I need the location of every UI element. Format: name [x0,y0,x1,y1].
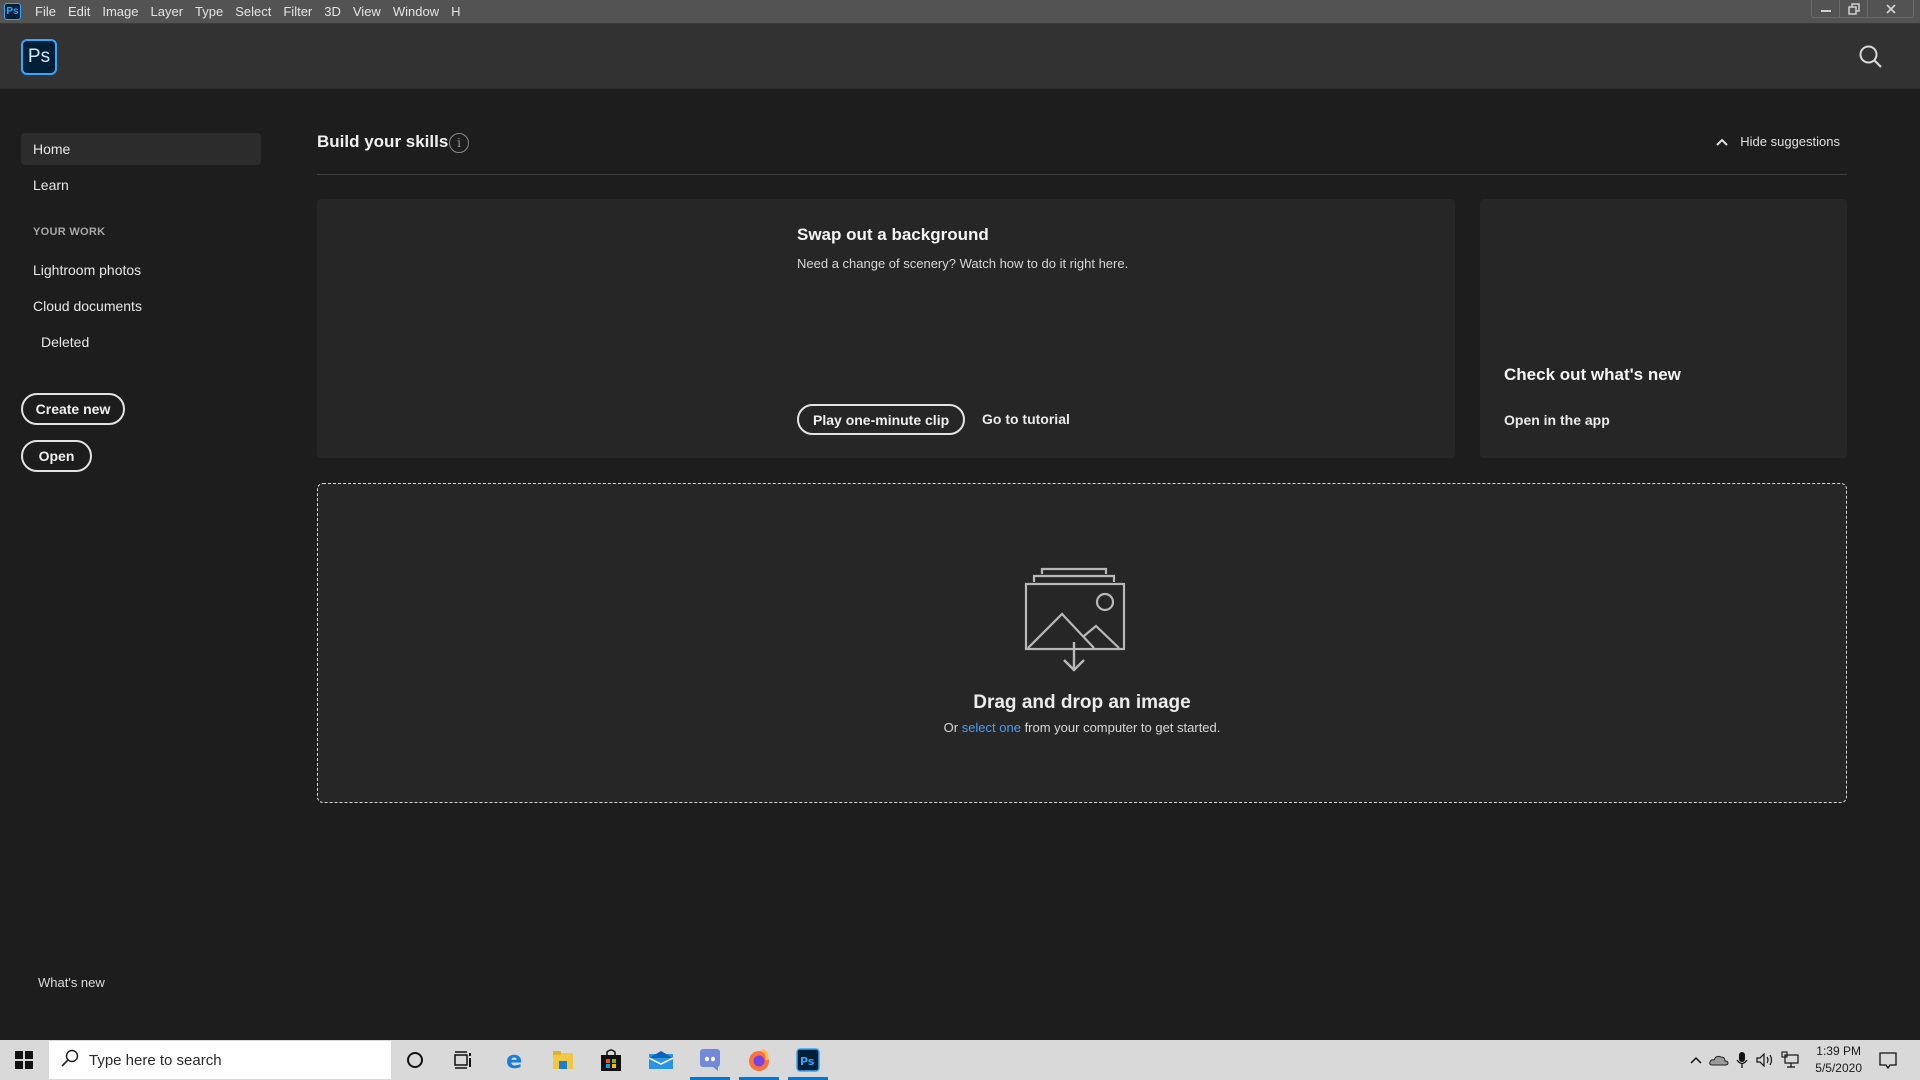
menu-bar: Ps File Edit Image Layer Type Select Fil… [0,0,1920,24]
drop-zone-subtitle: Or select one from your computer to get … [318,720,1846,735]
store-icon[interactable] [587,1040,635,1080]
menu-window[interactable]: Window [393,4,439,19]
drop-zone-sub-suffix: from your computer to get started. [1020,720,1221,735]
taskbar-search-box[interactable]: Type here to search [49,1041,391,1079]
sidebar-item-lightroom-photos[interactable]: Lightroom photos [21,254,261,286]
sidebar-item-learn[interactable]: Learn [21,169,261,201]
window-controls [1811,0,1914,18]
menu-layer[interactable]: Layer [151,4,184,19]
tutorial-card: Swap out a background Need a change of s… [317,199,1455,458]
create-new-button[interactable]: Create new [21,393,125,425]
clock-date: 5/5/2020 [1815,1061,1862,1075]
menu-select[interactable]: Select [235,4,271,19]
minimize-icon[interactable] [1812,0,1840,18]
mail-icon[interactable] [637,1040,685,1080]
svg-text:e: e [506,1049,522,1071]
firefox-icon[interactable] [735,1040,783,1080]
go-to-tutorial-link[interactable]: Go to tutorial [982,411,1070,427]
sidebar-item-deleted[interactable]: Deleted [21,326,261,358]
task-view-icon[interactable] [439,1040,487,1080]
open-button[interactable]: Open [21,440,92,472]
section-divider [317,174,1847,175]
search-icon[interactable] [1858,44,1884,70]
menu-type[interactable]: Type [195,4,223,19]
section-label-your-work: YOUR WORK [33,226,106,238]
volume-icon[interactable] [1754,1040,1776,1080]
open-in-app-link[interactable]: Open in the app [1504,412,1610,428]
image-upload-icon [1024,567,1126,672]
sidebar-item-cloud-documents[interactable]: Cloud documents [21,290,261,322]
hide-suggestions-button[interactable]: Hide suggestions [1716,134,1840,149]
play-clip-button[interactable]: Play one-minute clip [797,404,966,435]
windows-start-icon[interactable] [0,1040,48,1080]
drop-zone-sub-prefix: Or [943,720,962,735]
whats-new-link[interactable]: What's new [38,975,105,990]
svg-text:Ps: Ps [800,1055,815,1068]
network-icon[interactable] [1778,1040,1802,1080]
photoshop-logo: Ps [21,39,57,75]
onedrive-icon[interactable] [1708,1040,1730,1080]
menu-image[interactable]: Image [102,4,138,19]
whats-new-card: Check out what's new Open in the app [1480,199,1847,458]
tutorial-card-title: Swap out a background [797,225,989,244]
discord-icon[interactable] [686,1040,734,1080]
action-center-icon[interactable] [1870,1040,1906,1080]
menu-edit[interactable]: Edit [68,4,90,19]
sidebar-item-home[interactable]: Home [21,133,261,165]
drop-zone[interactable]: Drag and drop an image Or select one fro… [317,483,1847,803]
menu-filter[interactable]: Filter [283,4,312,19]
edge-icon[interactable]: e [491,1040,539,1080]
tutorial-card-description: Need a change of scenery? Watch how to d… [797,256,1129,271]
taskbar-clock[interactable]: 1:39 PM 5/5/2020 [1815,1043,1862,1077]
photoshop-app-icon[interactable]: Ps [4,3,21,20]
chevron-up-icon [1716,135,1728,149]
cortana-icon[interactable] [391,1040,439,1080]
menu-3d[interactable]: 3D [324,4,341,19]
photoshop-icon[interactable]: Ps [784,1040,832,1080]
menu-help-truncated[interactable]: H [451,4,460,19]
file-explorer-icon[interactable] [539,1040,587,1080]
close-icon[interactable] [1868,0,1913,18]
restore-icon[interactable] [1840,0,1868,18]
hide-suggestions-label: Hide suggestions [1740,134,1840,149]
search-icon [61,1049,79,1072]
menu-view[interactable]: View [353,4,381,19]
show-hidden-icons-chevron[interactable] [1686,1040,1706,1080]
whats-new-card-title: Check out what's new [1504,365,1681,384]
taskbar: Type here to search e Ps 1:39 PM 5/5/202… [0,1040,1920,1080]
drop-zone-title: Drag and drop an image [973,692,1191,713]
section-title: Build your skills [317,132,449,151]
microphone-icon[interactable] [1732,1040,1752,1080]
main-content: Build your skills i Hide suggestions Swa… [280,90,1920,1040]
taskbar-search-placeholder: Type here to search [89,1051,222,1069]
menu-file[interactable]: File [35,4,56,19]
info-icon[interactable]: i [449,133,469,153]
app-header: Ps [0,24,1920,89]
select-one-link[interactable]: select one [962,720,1021,735]
sidebar: Home Learn YOUR WORK Lightroom photos Cl… [0,90,280,1040]
clock-time: 1:39 PM [1816,1044,1861,1058]
